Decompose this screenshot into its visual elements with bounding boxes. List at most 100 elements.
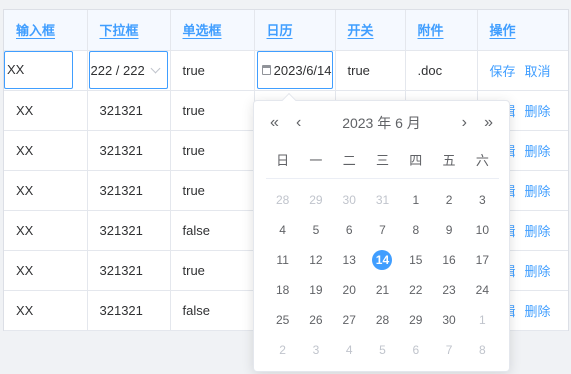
day-number: 1 [412,193,420,207]
calendar-day[interactable]: 31 [366,185,399,215]
delete-button[interactable]: 删除 [525,224,551,239]
radio-value[interactable]: true [170,50,255,91]
delete-button[interactable]: 删除 [525,264,551,279]
calendar-day[interactable]: 4 [333,335,366,365]
day-number: 9 [445,223,453,237]
calendar-day[interactable]: 5 [366,335,399,365]
calendar-day[interactable]: 22 [399,275,432,305]
calendar-day[interactable]: 13 [333,245,366,275]
calendar-day[interactable]: 27 [333,305,366,335]
calendar-grid: 日一二三四五六 28 29 30 31 1 2 3 4 5 6 7 8 9 10 11 12 13 14 15 16 1… [266,151,499,365]
day-number: 27 [342,313,356,327]
calendar-day[interactable]: 5 [299,215,332,245]
cell-input-value: XX [4,130,88,171]
day-number: 10 [475,223,490,237]
calendar-day[interactable]: 16 [432,245,465,275]
day-number: 28 [275,193,290,207]
calendar-day[interactable]: 3 [299,335,332,365]
calendar-day[interactable]: 2 [432,185,465,215]
calendar-day[interactable]: 29 [299,185,332,215]
cancel-button[interactable]: 取消 [525,64,551,79]
delete-button[interactable]: 删除 [525,184,551,199]
calendar-day[interactable]: 26 [299,305,332,335]
calendar-day[interactable]: 7 [366,215,399,245]
day-number: 14 [372,250,393,270]
header-calendar[interactable]: 日历 [254,10,336,51]
calendar-day[interactable]: 12 [299,245,332,275]
calendar-day[interactable]: 2 [266,335,299,365]
weekday-header: 日一二三四五六 [266,151,499,179]
calendar-day[interactable]: 28 [266,185,299,215]
cell-select-value: 321321 [87,250,171,291]
day-number: 29 [309,193,323,207]
calendar-day[interactable]: 21 [366,275,399,305]
day-number: 21 [375,283,390,297]
day-number: 25 [275,313,290,327]
header-switch[interactable]: 开关 [335,10,406,51]
select-dropdown[interactable]: 222 / 222 [88,51,168,89]
calendar-day[interactable]: 20 [333,275,366,305]
calendar-day[interactable]: 24 [466,275,499,305]
header-actions[interactable]: 操作 [477,10,568,51]
day-number: 19 [309,283,323,297]
header-input[interactable]: 输入框 [4,10,88,51]
weekday-label: 一 [309,153,323,168]
day-number: 3 [312,343,320,357]
calendar-day[interactable]: 8 [466,335,499,365]
calendar-week: 28 29 30 31 1 2 3 [266,185,499,215]
day-number: 8 [412,223,420,237]
day-number: 16 [442,253,456,267]
day-number: 20 [342,283,356,297]
header-select[interactable]: 下拉框 [87,10,171,51]
delete-button[interactable]: 删除 [525,144,551,159]
delete-button[interactable]: 删除 [525,104,551,119]
day-number: 2 [279,343,286,357]
day-number: 6 [412,343,420,357]
calendar-day[interactable]: 23 [432,275,465,305]
day-number: 8 [479,343,486,357]
delete-button[interactable]: 删除 [525,304,551,319]
day-number: 3 [479,193,486,207]
day-number: 30 [442,313,456,327]
day-number: 23 [442,283,456,297]
picker-title: 2023 年 6 月 [342,115,421,131]
calendar-day[interactable]: 7 [432,335,465,365]
switch-value[interactable]: true [335,50,406,91]
calendar-day[interactable]: 10 [466,215,499,245]
date-input[interactable]: 2023/6/14 [256,51,333,89]
calendar-day[interactable]: 17 [466,245,499,275]
calendar-day[interactable]: 3 [466,185,499,215]
day-number: 11 [276,253,289,267]
day-number: 24 [475,283,490,297]
calendar-day[interactable]: 19 [299,275,332,305]
calendar-day[interactable]: 18 [266,275,299,305]
calendar-day[interactable]: 6 [399,335,432,365]
save-button[interactable]: 保存 [490,64,516,79]
day-number: 5 [312,223,320,237]
calendar-day[interactable]: 30 [432,305,465,335]
calendar-day[interactable]: 1 [399,185,432,215]
calendar-day[interactable]: 28 [366,305,399,335]
cell-select-value: 321321 [87,170,171,211]
calendar-day[interactable]: 8 [399,215,432,245]
attachment-value[interactable]: .doc [405,50,478,91]
day-number: 5 [379,343,386,357]
cell-input-value: XX [4,90,88,131]
calendar-day[interactable]: 9 [432,215,465,245]
calendar-day[interactable]: 29 [399,305,432,335]
header-radio[interactable]: 单选框 [170,10,255,51]
weekday-label: 日 [276,153,290,168]
calendar-day[interactable]: 4 [266,215,299,245]
header-attachment[interactable]: 附件 [405,10,478,51]
calendar-day[interactable]: 25 [266,305,299,335]
next-year-button[interactable]: » [484,113,493,133]
calendar-day-selected[interactable]: 14 [366,245,399,275]
calendar-day[interactable]: 30 [333,185,366,215]
calendar-day[interactable]: 6 [333,215,366,245]
calendar-day[interactable]: 11 [266,245,299,275]
day-number: 7 [445,343,453,357]
next-month-button[interactable]: › [462,113,467,133]
calendar-day[interactable]: 1 [466,305,499,335]
text-input[interactable]: XX [4,51,73,89]
calendar-day[interactable]: 15 [399,245,432,275]
